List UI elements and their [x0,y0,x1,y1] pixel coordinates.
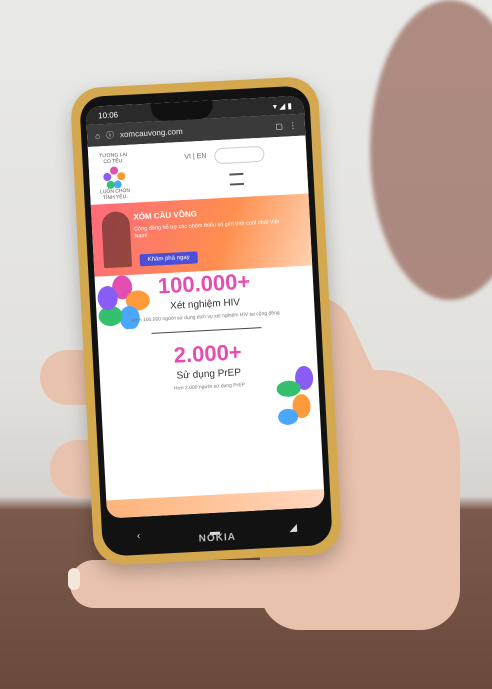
info-icon[interactable]: ⓘ [106,129,115,140]
stats-divider [151,327,262,334]
menu-icon[interactable] [229,172,244,186]
hero-description: Cộng đồng hỗ trợ các nhóm thiểu số giới … [133,219,280,240]
url-text[interactable]: xomcauvong.com [120,122,270,138]
rainbow-flower-decoration [276,365,314,425]
status-time: 10:06 [97,109,119,120]
photo: 10:06 ▾ ◢ ▮ ⌂ ⓘ xomcauvong.com ▢ ⋮ TƯƠNG… [0,0,492,689]
home-icon[interactable]: ⌂ [95,131,100,140]
site-logo-bottom-text: LUÔN CHỌN TÌNH YÊU. [99,187,131,201]
hero-image [101,210,133,269]
explore-button[interactable]: Khám phá ngay [139,251,199,267]
fingernail [68,568,80,590]
stat-item: 100.000+ Xét nghiệm HIV Hơn 100.000 ngườ… [95,265,315,325]
finger [70,560,310,608]
menu-icon[interactable]: ⋮ [289,120,297,129]
rainbow-flower-icon [103,166,126,189]
phone-body: 10:06 ▾ ◢ ▮ ⌂ ⓘ xomcauvong.com ▢ ⋮ TƯƠNG… [79,85,333,557]
site-logo-top-text: TƯƠNG LAI CÓ TẾU. [99,151,128,165]
phone-screen: 10:06 ▾ ◢ ▮ ⌂ ⓘ xomcauvong.com ▢ ⋮ TƯƠNG… [85,95,325,519]
tabs-icon[interactable]: ▢ [275,121,283,130]
hero-banner: XÓM CẦU VỒNG Cộng đồng hỗ trợ các nhóm t… [90,193,313,277]
status-icons: ▾ ◢ ▮ [272,100,293,111]
hero-title: XÓM CẦU VỒNG [133,209,198,222]
search-input[interactable] [213,145,265,165]
phone: 10:06 ▾ ◢ ▮ ⌂ ⓘ xomcauvong.com ▢ ⋮ TƯƠNG… [69,75,343,567]
language-switcher[interactable]: VI | EN [184,153,206,161]
background-blur-shape [370,0,492,300]
